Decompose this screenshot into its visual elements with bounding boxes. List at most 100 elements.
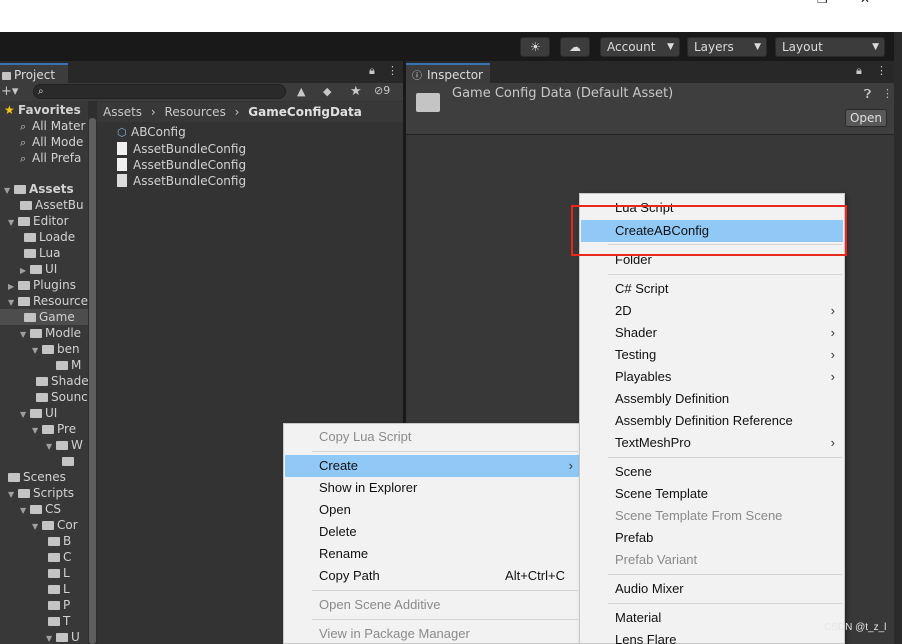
cloud-button[interactable]: ☁ (560, 37, 590, 57)
tab-inspector[interactable]: ⓘ Inspector (406, 63, 490, 83)
expand-down-icon[interactable]: ▼ (32, 423, 42, 437)
tree-item[interactable]: ▼ Scripts (0, 485, 88, 501)
breadcrumb-gameconfigdata[interactable]: GameConfigData (248, 105, 362, 119)
expand-down-icon[interactable]: ▼ (46, 439, 56, 453)
tree-item[interactable]: ▼ W (0, 437, 88, 453)
menu-item-rename[interactable]: Rename (285, 543, 581, 565)
menu-item-delete[interactable]: Delete (285, 521, 581, 543)
menu-item-csharp-script[interactable]: C# Script (581, 278, 843, 300)
menu-item-create[interactable]: Create › (285, 455, 581, 477)
menu-item-copy-path[interactable]: Copy Path Alt+Ctrl+C (285, 565, 581, 587)
menu-item-2d[interactable]: 2D › (581, 300, 843, 322)
label-filter-icon[interactable]: ◆ (323, 85, 331, 98)
tree-item[interactable]: ▼ ben (0, 341, 88, 357)
expand-down-icon[interactable]: ▼ (20, 327, 30, 341)
expand-down-icon[interactable]: ▼ (4, 183, 14, 197)
tree-item[interactable]: B (0, 533, 88, 549)
tree-item[interactable]: P (0, 597, 88, 613)
tree-item[interactable] (0, 453, 88, 469)
restore-icon[interactable]: ❒ (817, 0, 828, 6)
menu-item-audio-mixer[interactable]: Audio Mixer (581, 578, 843, 600)
tree-item[interactable]: M (0, 357, 88, 373)
tree-item[interactable]: ⌕ All Prefa (0, 150, 88, 166)
account-dropdown[interactable]: Account ▼ (600, 37, 680, 57)
menu-item-assembly-definition[interactable]: Assembly Definition (581, 388, 843, 410)
tree-scrollbar-thumb[interactable] (89, 118, 96, 644)
expand-down-icon[interactable]: ▼ (20, 407, 30, 421)
tree-item[interactable]: ★ Favorites (0, 102, 88, 118)
menu-item-prefab-variant[interactable]: Prefab Variant (581, 549, 843, 571)
tree-item[interactable]: AssetBu (0, 197, 88, 213)
tree-item[interactable]: Sounc (0, 389, 88, 405)
more-menu-icon[interactable]: ⋮ (387, 64, 398, 77)
tree-item[interactable]: Shade (0, 373, 88, 389)
tree-item[interactable]: Game (0, 309, 88, 325)
asset-item[interactable]: AssetBundleConfig (117, 140, 246, 156)
layers-dropdown[interactable]: Layers ▼ (687, 37, 767, 57)
asset-item[interactable]: AssetBundleConfig (117, 172, 246, 188)
more-menu-icon[interactable]: ⋮ (876, 64, 887, 77)
asset-item-abconfig[interactable]: ⬡ ABConfig (117, 124, 186, 140)
layout-dropdown[interactable]: Layout ▼ (775, 37, 885, 57)
tree-item[interactable]: ⌕ All Mater (0, 118, 88, 134)
menu-item-material[interactable]: Material (581, 607, 843, 629)
add-asset-button[interactable]: +▾ (1, 84, 18, 99)
tree-item[interactable]: ▼ UI (0, 405, 88, 421)
close-icon[interactable]: ✕ (860, 0, 870, 6)
menu-item-playables[interactable]: Playables › (581, 366, 843, 388)
tree-item[interactable]: L (0, 565, 88, 581)
tree-item[interactable]: ▼ Pre (0, 421, 88, 437)
tree-item[interactable]: ▼ Resource (0, 293, 88, 309)
project-search-input[interactable]: ⌕ (33, 84, 286, 99)
tree-item[interactable]: ▶ UI (0, 261, 88, 277)
tree-item[interactable]: ▼ Modle (0, 325, 88, 341)
menu-item-prefab[interactable]: Prefab (581, 527, 843, 549)
menu-item-view-in-package-manager[interactable]: View in Package Manager (285, 623, 581, 644)
tree-item[interactable]: ▼ Editor (0, 213, 88, 229)
expand-down-icon[interactable]: ▼ (8, 215, 18, 229)
tree-item[interactable]: Lua (0, 245, 88, 261)
menu-item-open-scene-additive[interactable]: Open Scene Additive (285, 594, 581, 616)
menu-item-show-in-explorer[interactable]: Show in Explorer (285, 477, 581, 499)
tree-item[interactable]: C (0, 549, 88, 565)
menu-item-shader[interactable]: Shader › (581, 322, 843, 344)
expand-right-icon[interactable]: ▶ (20, 263, 30, 277)
expand-down-icon[interactable]: ▼ (8, 295, 18, 309)
tree-item[interactable]: ⌕ All Mode (0, 134, 88, 150)
tree-item[interactable]: Loade (0, 229, 88, 245)
tree-item[interactable]: ▼ CS (0, 501, 88, 517)
tree-item[interactable]: ▶ Plugins (0, 277, 88, 293)
menu-item-scene[interactable]: Scene (581, 461, 843, 483)
menu-item-scene-template-from-scene[interactable]: Scene Template From Scene (581, 505, 843, 527)
breadcrumb-resources[interactable]: Resources (165, 105, 226, 119)
menu-item-testing[interactable]: Testing › (581, 344, 843, 366)
hidden-packages-icon[interactable]: ⊘9 (374, 84, 390, 97)
menu-item-scene-template[interactable]: Scene Template (581, 483, 843, 505)
menu-item-textmeshpro[interactable]: TextMeshPro › (581, 432, 843, 454)
tree-item[interactable]: Scenes (0, 469, 88, 485)
tab-project[interactable]: Project (0, 63, 68, 83)
tree-item[interactable]: ▼ U (0, 629, 88, 644)
expand-down-icon[interactable]: ▼ (8, 487, 18, 501)
menu-item-copy-lua-script[interactable]: Copy Lua Script (285, 426, 581, 448)
tree-item[interactable]: T (0, 613, 88, 629)
favorite-star-icon[interactable]: ★ (350, 84, 362, 99)
menu-item-assembly-definition-reference[interactable]: Assembly Definition Reference (581, 410, 843, 432)
expand-down-icon[interactable]: ▼ (20, 503, 30, 517)
asset-item[interactable]: AssetBundleConfig (117, 156, 246, 172)
lock-icon[interactable]: 🔒︎ (856, 64, 862, 78)
lock-icon[interactable]: 🔒︎ (369, 64, 375, 78)
open-button[interactable]: Open (845, 109, 887, 127)
light-settings-button[interactable]: ☀ (520, 37, 550, 57)
help-icon[interactable]: ❓︎ (864, 87, 871, 102)
breadcrumb-assets[interactable]: Assets (103, 105, 142, 119)
menu-item-open[interactable]: Open (285, 499, 581, 521)
expand-down-icon[interactable]: ▼ (46, 631, 56, 644)
type-filter-icon[interactable]: ▲ (297, 85, 305, 98)
expand-down-icon[interactable]: ▼ (32, 519, 42, 533)
more-menu-icon[interactable]: ⋮ (882, 87, 893, 100)
tree-item[interactable]: L (0, 581, 88, 597)
expand-down-icon[interactable]: ▼ (32, 343, 42, 357)
tree-item[interactable]: ▼ Assets (0, 181, 88, 197)
tree-item[interactable]: ▼ Cor (0, 517, 88, 533)
